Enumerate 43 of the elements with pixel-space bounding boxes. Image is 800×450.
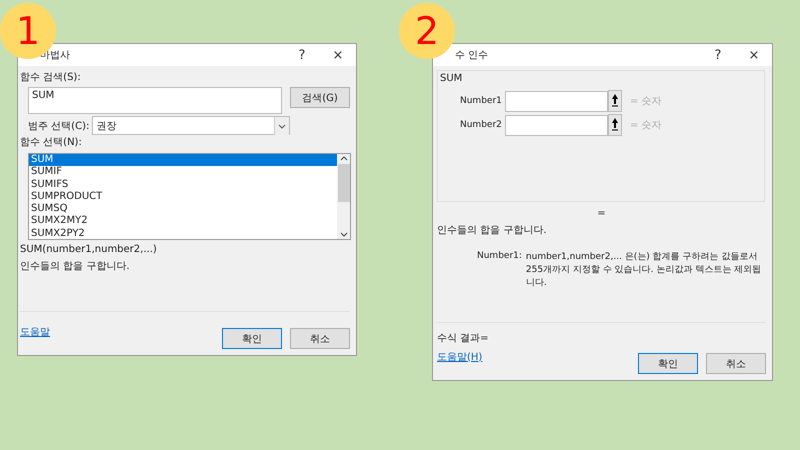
argument-field[interactable] <box>505 114 608 136</box>
cancel-button[interactable]: 취소 <box>290 328 350 349</box>
help-button[interactable]: ? <box>700 48 736 62</box>
argument-description: number1,number2,... 은(는) 합계를 구하려는 값들로서 255개까지 지정할 수 있습니다. 논리값과 텍스트는 제외됩니다. <box>526 251 762 290</box>
close-button[interactable]: × <box>736 48 772 62</box>
argument-label: Number1 <box>460 96 500 106</box>
formula-result: 수식 결과= <box>437 332 489 345</box>
group-title: SUM <box>440 73 464 84</box>
range-select-icon[interactable] <box>608 114 622 136</box>
scrollbar[interactable] <box>337 154 350 239</box>
category-label: 범주 선택(C): <box>28 120 90 132</box>
function-description: 인수들의 합을 구합니다. <box>20 260 130 273</box>
function-item[interactable]: SUMPRODUCT <box>29 190 337 204</box>
function-item[interactable]: SUMX2PY2 <box>29 228 337 240</box>
function-item[interactable]: SUM <box>29 154 337 166</box>
function-item[interactable]: SUMX2MY2 <box>29 215 337 228</box>
ok-button[interactable]: 확인 <box>638 353 698 374</box>
help-link[interactable]: 도움말(H) <box>437 350 482 364</box>
argument-name: Number1: <box>477 251 522 263</box>
argument-label: Number2 <box>460 120 500 130</box>
caret-icon <box>274 116 290 134</box>
range-select-icon[interactable] <box>608 90 622 112</box>
step-badge: 2 <box>399 3 455 59</box>
function-item[interactable]: SUMIF <box>29 166 337 179</box>
help-button[interactable]: ? <box>284 48 320 62</box>
argument-field[interactable] <box>505 90 608 112</box>
cancel-button[interactable]: 취소 <box>706 353 766 374</box>
argument-hint: = 숫자 <box>630 119 662 132</box>
close-button[interactable]: × <box>320 48 356 62</box>
function-item[interactable]: SUMIFS <box>29 178 337 191</box>
function-item[interactable]: SUMSQ <box>29 203 337 216</box>
search-label: 함수 검색(S): <box>20 71 81 84</box>
ok-button[interactable]: 확인 <box>222 328 282 349</box>
function-description: 인수들의 합을 구합니다. <box>437 224 547 237</box>
window-title: 수 인수 <box>455 49 490 62</box>
argument-hint: = 숫자 <box>630 95 662 108</box>
function-list-label: 함수 선택(N): <box>20 136 82 149</box>
search-button[interactable]: 검색(G) <box>290 87 350 108</box>
result-value: = <box>597 208 606 219</box>
category-dropdown[interactable]: 권장 <box>92 116 290 135</box>
search-field[interactable]: SUM <box>28 87 282 114</box>
help-link[interactable]: 도움말 <box>20 324 50 338</box>
function-signature: SUM(number1,number2,...) <box>20 244 157 255</box>
